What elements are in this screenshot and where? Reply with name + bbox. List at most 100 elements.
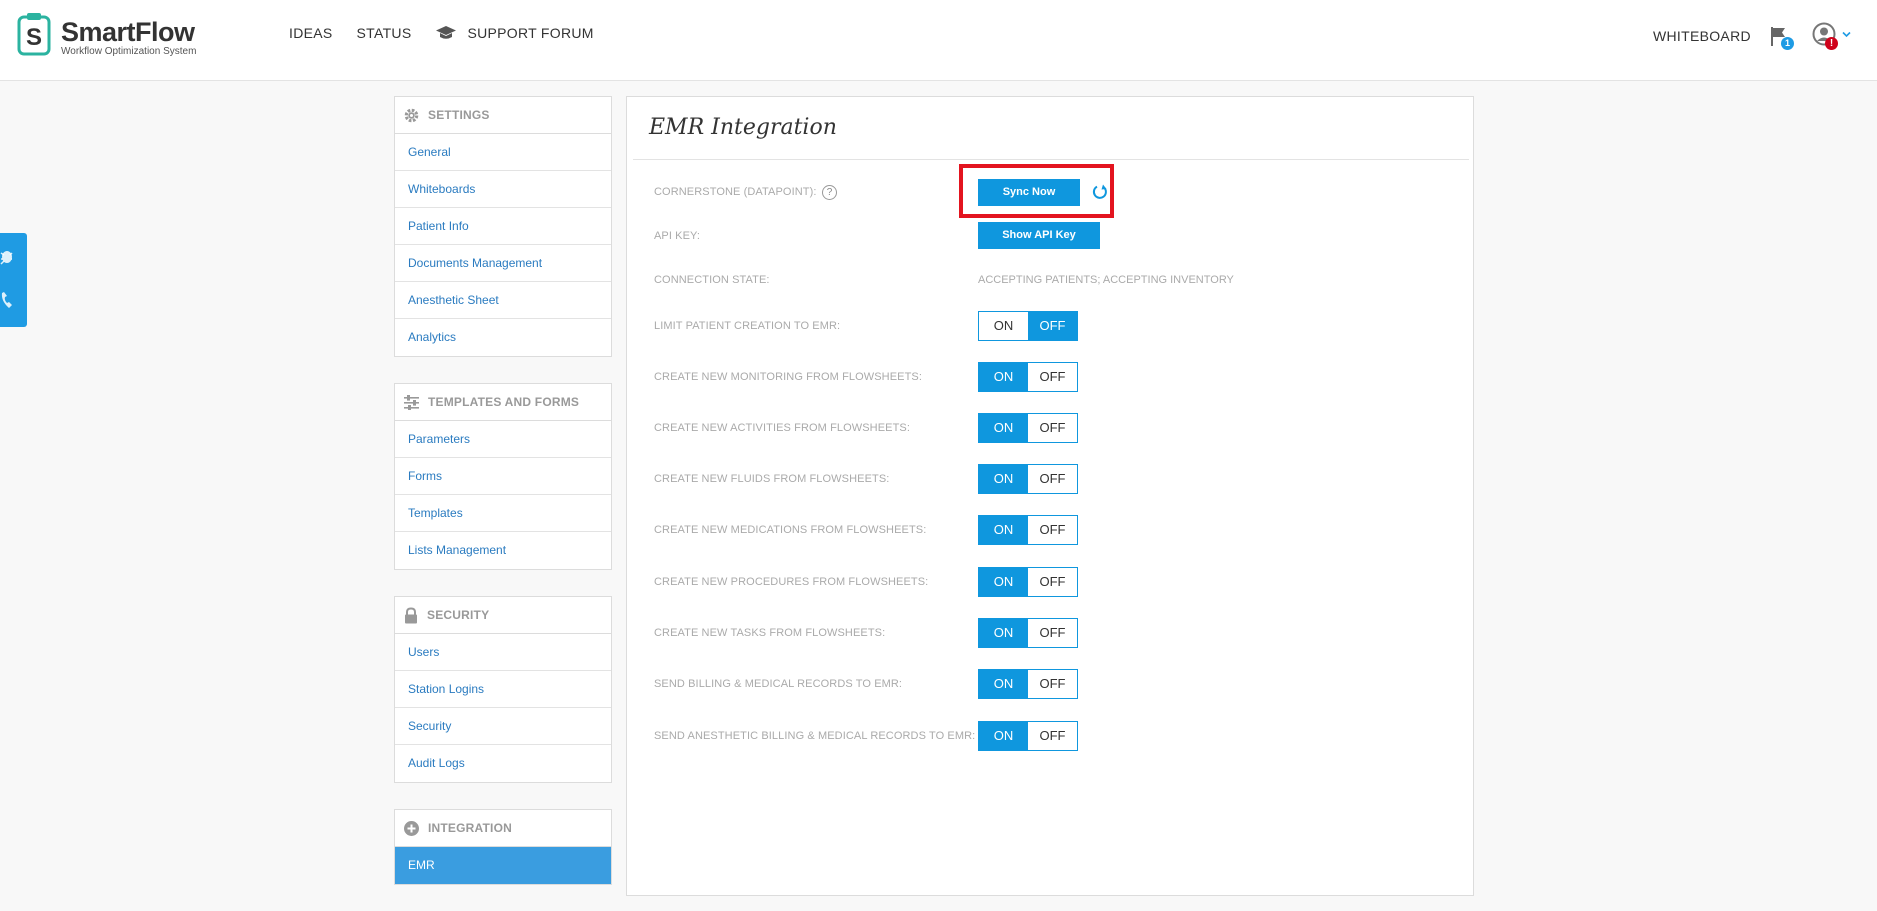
- on-off-toggle[interactable]: ON OFF: [978, 515, 1078, 545]
- bug-icon[interactable]: [0, 245, 22, 267]
- connection-state-value: ACCEPTING PATIENTS; ACCEPTING INVENTORY: [978, 274, 1234, 286]
- toggle-off[interactable]: OFF: [1028, 516, 1077, 544]
- phone-icon[interactable]: [0, 289, 22, 311]
- sidebar-group-title: INTEGRATION: [428, 821, 512, 835]
- lock-icon: [405, 606, 417, 623]
- toggle-label: LIMIT PATIENT CREATION TO EMR:: [654, 320, 841, 332]
- sidebar-item-parameters[interactable]: Parameters: [395, 421, 611, 458]
- flag-button[interactable]: 1: [1769, 25, 1794, 51]
- toggle-on[interactable]: ON: [979, 312, 1028, 340]
- toggle-on[interactable]: ON: [979, 722, 1028, 750]
- toggle-on[interactable]: ON: [979, 516, 1028, 544]
- toggle-row-monitoring: CREATE NEW MONITORING FROM FLOWSHEETS: O…: [654, 362, 1454, 392]
- on-off-toggle[interactable]: ON OFF: [978, 311, 1078, 341]
- graduation-cap-icon: [436, 26, 457, 39]
- gear-icon: [404, 108, 419, 122]
- sidebar-item-users[interactable]: Users: [395, 634, 611, 671]
- svg-text:S: S: [26, 24, 42, 51]
- settings-sidebar: SETTINGS General Whiteboards Patient Inf…: [394, 96, 612, 911]
- toggle-on[interactable]: ON: [979, 619, 1028, 647]
- toggle-off[interactable]: OFF: [1028, 568, 1077, 596]
- plus-circle-icon: [404, 820, 419, 836]
- sidebar-item-patient-info[interactable]: Patient Info: [395, 208, 611, 245]
- side-tools-tab: [0, 233, 27, 327]
- toggle-row-medications: CREATE NEW MEDICATIONS FROM FLOWSHEETS: …: [654, 515, 1454, 545]
- connection-state-label: CONNECTION STATE:: [654, 274, 770, 286]
- cornerstone-label: CORNERSTONE (DATAPOINT):: [654, 186, 817, 198]
- nav-support-forum[interactable]: SUPPORT FORUM: [435, 25, 593, 41]
- sliders-icon: [404, 394, 419, 410]
- help-icon[interactable]: ?: [822, 185, 837, 200]
- toggle-off[interactable]: OFF: [1028, 363, 1077, 391]
- api-key-row: API KEY: Show API Key: [654, 221, 1454, 251]
- toggle-on[interactable]: ON: [979, 465, 1028, 493]
- sidebar-group-title: TEMPLATES AND FORMS: [428, 395, 580, 409]
- sidebar-group-header: INTEGRATION: [395, 810, 611, 847]
- on-off-toggle[interactable]: ON OFF: [978, 721, 1078, 751]
- toggle-off[interactable]: OFF: [1028, 722, 1077, 750]
- title-divider: [633, 159, 1469, 160]
- user-menu-button[interactable]: !: [1812, 22, 1856, 52]
- toggle-label: CREATE NEW MONITORING FROM FLOWSHEETS:: [654, 371, 923, 383]
- sidebar-group-header: TEMPLATES AND FORMS: [395, 384, 611, 421]
- sidebar-group-templates: TEMPLATES AND FORMS Parameters Forms Tem…: [394, 383, 612, 570]
- show-api-key-button[interactable]: Show API Key: [978, 222, 1100, 249]
- nav-status[interactable]: STATUS: [357, 25, 412, 41]
- nav-ideas[interactable]: IDEAS: [289, 25, 333, 41]
- whiteboard-link[interactable]: WHITEBOARD: [1653, 28, 1751, 44]
- toggle-row-activities: CREATE NEW ACTIVITIES FROM FLOWSHEETS: O…: [654, 413, 1454, 443]
- sidebar-group-header: SETTINGS: [395, 97, 611, 134]
- logo-name: SmartFlow: [61, 17, 195, 47]
- sidebar-item-audit-logs[interactable]: Audit Logs: [395, 745, 611, 782]
- toggle-label: CREATE NEW PROCEDURES FROM FLOWSHEETS:: [654, 576, 929, 588]
- on-off-toggle[interactable]: ON OFF: [978, 669, 1078, 699]
- toggle-off[interactable]: OFF: [1028, 619, 1077, 647]
- toggle-on[interactable]: ON: [979, 414, 1028, 442]
- toggle-label: CREATE NEW MEDICATIONS FROM FLOWSHEETS:: [654, 524, 927, 536]
- toggle-row-procedures: CREATE NEW PROCEDURES FROM FLOWSHEETS: O…: [654, 567, 1454, 597]
- sidebar-item-documents-management[interactable]: Documents Management: [395, 245, 611, 282]
- toggle-off[interactable]: OFF: [1028, 414, 1077, 442]
- sidebar-group-title: SECURITY: [427, 608, 490, 622]
- sidebar-item-anesthetic-sheet[interactable]: Anesthetic Sheet: [395, 282, 611, 319]
- sidebar-item-security[interactable]: Security: [395, 708, 611, 745]
- sidebar-item-lists-management[interactable]: Lists Management: [395, 532, 611, 569]
- toggle-on[interactable]: ON: [979, 568, 1028, 596]
- on-off-toggle[interactable]: ON OFF: [978, 567, 1078, 597]
- toggle-label: CREATE NEW TASKS FROM FLOWSHEETS:: [654, 627, 886, 639]
- sidebar-item-whiteboards[interactable]: Whiteboards: [395, 171, 611, 208]
- toggle-label: SEND BILLING & MEDICAL RECORDS TO EMR:: [654, 678, 903, 690]
- user-alert-badge: !: [1825, 37, 1838, 50]
- toggle-label: CREATE NEW FLUIDS FROM FLOWSHEETS:: [654, 473, 890, 485]
- toggle-off[interactable]: OFF: [1028, 465, 1077, 493]
- on-off-toggle[interactable]: ON OFF: [978, 413, 1078, 443]
- sidebar-item-station-logins[interactable]: Station Logins: [395, 671, 611, 708]
- sync-highlight-box: [959, 164, 1114, 218]
- sidebar-item-emr[interactable]: EMR: [395, 847, 611, 884]
- sidebar-group-security: SECURITY Users Station Logins Security A…: [394, 596, 612, 783]
- toggle-row-limit-patient-creation: LIMIT PATIENT CREATION TO EMR: ON OFF: [654, 311, 1454, 341]
- flag-count-badge: 1: [1781, 37, 1794, 50]
- main-nav: IDEAS STATUS SUPPORT FORUM: [289, 25, 618, 41]
- connection-state-row: CONNECTION STATE: ACCEPTING PATIENTS; AC…: [654, 265, 1454, 295]
- toggle-row-fluids: CREATE NEW FLUIDS FROM FLOWSHEETS: ON OF…: [654, 464, 1454, 494]
- toggle-on[interactable]: ON: [979, 670, 1028, 698]
- toggle-on[interactable]: ON: [979, 363, 1028, 391]
- sidebar-item-templates[interactable]: Templates: [395, 495, 611, 532]
- api-key-label: API KEY:: [654, 230, 701, 242]
- sidebar-item-forms[interactable]: Forms: [395, 458, 611, 495]
- top-header: S SmartFlow Workflow Optimization System…: [0, 0, 1877, 81]
- sidebar-item-analytics[interactable]: Analytics: [395, 319, 611, 356]
- toggle-off[interactable]: OFF: [1028, 312, 1077, 340]
- sidebar-group-header: SECURITY: [395, 597, 611, 634]
- logo-badge-icon: S: [17, 13, 51, 56]
- toggle-off[interactable]: OFF: [1028, 670, 1077, 698]
- on-off-toggle[interactable]: ON OFF: [978, 362, 1078, 392]
- logo-tagline: Workflow Optimization System: [61, 46, 197, 57]
- sidebar-item-general[interactable]: General: [395, 134, 611, 171]
- on-off-toggle[interactable]: ON OFF: [978, 464, 1078, 494]
- on-off-toggle[interactable]: ON OFF: [978, 618, 1078, 648]
- chevron-down-icon: [1842, 31, 1851, 38]
- toggle-label: CREATE NEW ACTIVITIES FROM FLOWSHEETS:: [654, 422, 911, 434]
- page-title: EMR Integration: [649, 115, 837, 140]
